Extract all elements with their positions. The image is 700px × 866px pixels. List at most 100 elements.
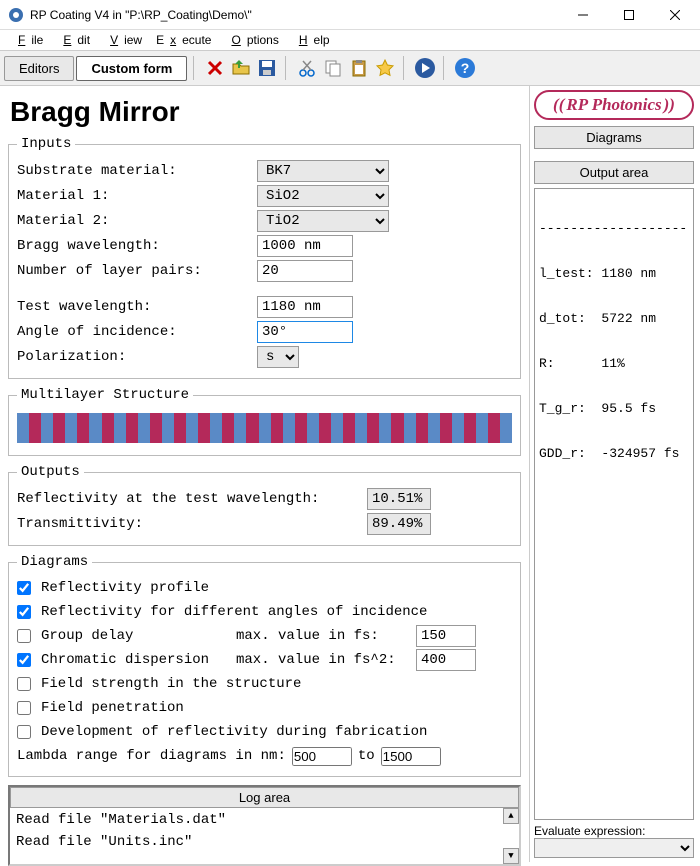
transmittivity-value: 89.49%	[367, 513, 431, 535]
output-line: T_g_r: 95.5 fs	[539, 401, 689, 416]
scroll-down-icon[interactable]: ▼	[503, 848, 519, 864]
output-line: GDD_r: -324957 fs	[539, 446, 689, 461]
substrate-label: Substrate material:	[17, 163, 257, 179]
save-icon[interactable]	[255, 56, 279, 80]
svg-text:?: ?	[461, 60, 470, 76]
diag-reflprofile-check[interactable]	[17, 581, 31, 595]
material1-label: Material 1:	[17, 188, 257, 204]
separator	[193, 56, 197, 80]
side-panel: RP Photonics Diagrams Output area ------…	[529, 86, 698, 862]
chromatic-max-label: max. value in fs^2:	[236, 652, 416, 668]
rp-photonics-logo: RP Photonics	[534, 90, 694, 120]
output-line: R: 11%	[539, 356, 689, 371]
copy-icon[interactable]	[321, 56, 345, 80]
lambda-to-input[interactable]	[381, 747, 441, 766]
menu-options[interactable]: Options	[219, 31, 284, 49]
eval-select[interactable]	[534, 838, 694, 858]
outputs-group: Outputs Reflectivity at the test wavelen…	[8, 464, 521, 546]
chromatic-max-input[interactable]	[416, 649, 476, 671]
eval-label: Evaluate expression:	[534, 824, 645, 838]
lambda-from-input[interactable]	[292, 747, 352, 766]
log-area: Log area Read file "Materials.dat" Read …	[8, 785, 521, 866]
multilayer-legend: Multilayer Structure	[17, 387, 193, 403]
log-body: Read file "Materials.dat" Read file "Uni…	[10, 808, 519, 864]
window-title: RP Coating V4 in "P:\RP_Coating\Demo\"	[30, 8, 560, 22]
diagrams-group: Diagrams Reflectivity profile Reflectivi…	[8, 554, 521, 777]
delete-icon[interactable]	[203, 56, 227, 80]
groupdelay-max-input[interactable]	[416, 625, 476, 647]
run-icon[interactable]	[413, 56, 437, 80]
angle-input[interactable]	[257, 321, 353, 343]
menu-execute[interactable]: Execute	[150, 31, 217, 49]
lambda-to-label: to	[358, 748, 375, 764]
diag-fieldstrength-check[interactable]	[17, 677, 31, 691]
diagrams-button[interactable]: Diagrams	[534, 126, 694, 149]
groupdelay-max-label: max. value in fs:	[236, 628, 416, 644]
pairs-input[interactable]	[257, 260, 353, 282]
polarization-label: Polarization:	[17, 349, 257, 365]
menu-view[interactable]: View	[98, 31, 148, 49]
output-line: l_test: 1180 nm	[539, 266, 689, 281]
maximize-button[interactable]	[606, 0, 652, 30]
diag-groupdelay-label: Group delay	[41, 628, 236, 644]
substrate-select[interactable]: BK7	[257, 160, 389, 182]
diag-fieldstrength-label: Field strength in the structure	[41, 676, 301, 692]
menu-bar: File Edit View Execute Options Help	[0, 30, 700, 50]
separator	[403, 56, 407, 80]
diag-fieldpen-check[interactable]	[17, 701, 31, 715]
main-panel: Bragg Mirror Inputs Substrate material:B…	[0, 86, 529, 862]
diag-devrefl-label: Development of reflectivity during fabri…	[41, 724, 427, 740]
log-line: Read file "Units.inc"	[16, 834, 513, 850]
separator	[443, 56, 447, 80]
diag-groupdelay-check[interactable]	[17, 629, 31, 643]
scroll-up-icon[interactable]: ▲	[503, 808, 519, 824]
diagrams-legend: Diagrams	[17, 554, 92, 570]
diag-chromatic-label: Chromatic dispersion	[41, 652, 236, 668]
output-divider: -------------------	[539, 221, 689, 236]
outputs-legend: Outputs	[17, 464, 84, 480]
favorite-icon[interactable]	[373, 56, 397, 80]
menu-file[interactable]: File	[6, 31, 49, 49]
material2-select[interactable]: TiO2	[257, 210, 389, 232]
toolbar: Editors Custom form ?	[0, 50, 700, 86]
menu-edit[interactable]: Edit	[51, 31, 96, 49]
multilayer-diagram	[17, 413, 512, 443]
material2-label: Material 2:	[17, 213, 257, 229]
app-icon	[8, 7, 24, 23]
paste-icon[interactable]	[347, 56, 371, 80]
diag-devrefl-check[interactable]	[17, 725, 31, 739]
cut-icon[interactable]	[295, 56, 319, 80]
reflectivity-label: Reflectivity at the test wavelength:	[17, 491, 367, 507]
close-button[interactable]	[652, 0, 698, 30]
menu-help[interactable]: Help	[287, 31, 336, 49]
material1-select[interactable]: SiO2	[257, 185, 389, 207]
title-bar: RP Coating V4 in "P:\RP_Coating\Demo\"	[0, 0, 700, 30]
minimize-button[interactable]	[560, 0, 606, 30]
open-icon[interactable]	[229, 56, 253, 80]
transmittivity-label: Transmittivity:	[17, 516, 367, 532]
bragg-label: Bragg wavelength:	[17, 238, 257, 254]
editors-button[interactable]: Editors	[4, 56, 74, 81]
test-wl-label: Test wavelength:	[17, 299, 257, 315]
angle-label: Angle of incidence:	[17, 324, 257, 340]
diag-reflangles-label: Reflectivity for different angles of inc…	[41, 604, 427, 620]
custom-form-button[interactable]: Custom form	[76, 56, 187, 81]
output-area: ------------------- l_test: 1180 nm d_to…	[534, 188, 694, 820]
diag-fieldpen-label: Field penetration	[41, 700, 184, 716]
test-wl-input[interactable]	[257, 296, 353, 318]
reflectivity-value: 10.51%	[367, 488, 431, 510]
pairs-label: Number of layer pairs:	[17, 263, 257, 279]
inputs-group: Inputs Substrate material:BK7 Material 1…	[8, 136, 521, 379]
help-icon[interactable]: ?	[453, 56, 477, 80]
log-line: Read file "Materials.dat"	[16, 812, 513, 828]
inputs-legend: Inputs	[17, 136, 75, 152]
diag-reflprofile-label: Reflectivity profile	[41, 580, 209, 596]
bragg-input[interactable]	[257, 235, 353, 257]
diag-chromatic-check[interactable]	[17, 653, 31, 667]
diag-reflangles-check[interactable]	[17, 605, 31, 619]
lambda-label: Lambda range for diagrams in nm:	[17, 748, 286, 764]
polarization-select[interactable]: s	[257, 346, 299, 368]
output-area-button[interactable]: Output area	[534, 161, 694, 184]
output-line: d_tot: 5722 nm	[539, 311, 689, 326]
page-title: Bragg Mirror	[10, 96, 521, 128]
